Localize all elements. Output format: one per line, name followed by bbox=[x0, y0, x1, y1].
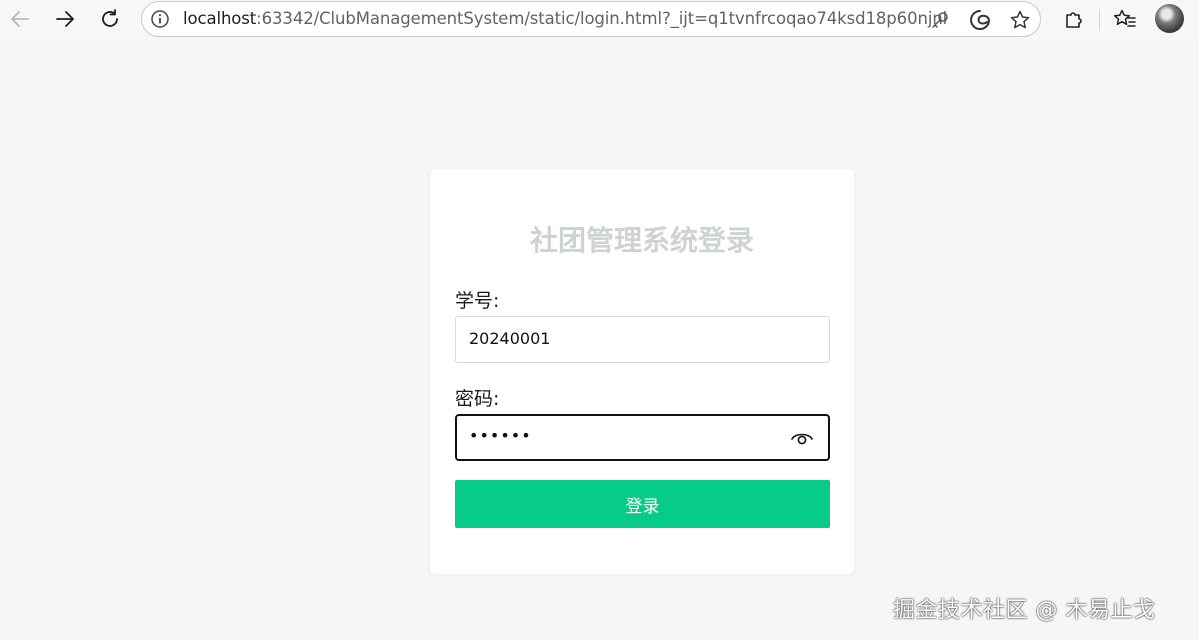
favorites-button[interactable] bbox=[1107, 2, 1143, 36]
back-icon bbox=[11, 11, 29, 27]
avatar[interactable] bbox=[1155, 4, 1184, 33]
forward-icon bbox=[56, 11, 74, 27]
url-text[interactable]: localhost:63342/ClubManagementSystem/sta… bbox=[183, 9, 947, 28]
forward-button[interactable] bbox=[47, 2, 83, 36]
toolbar-separator bbox=[1099, 11, 1100, 29]
student-id-value: 20240001 bbox=[469, 329, 551, 348]
back-button[interactable] bbox=[2, 2, 38, 36]
extensions-button[interactable] bbox=[1056, 2, 1092, 36]
edge-button[interactable] bbox=[968, 8, 992, 32]
student-id-label: 学号: bbox=[455, 290, 500, 312]
password-label: 密码: bbox=[455, 388, 500, 410]
password-input[interactable]: •••••• bbox=[455, 414, 830, 461]
eye-icon[interactable] bbox=[790, 428, 814, 448]
favorites-icon bbox=[1113, 9, 1136, 27]
password-value: •••••• bbox=[469, 426, 532, 445]
reload-button[interactable] bbox=[92, 2, 128, 36]
key-icon bbox=[932, 12, 948, 28]
password-key-button[interactable] bbox=[928, 8, 952, 32]
login-title: 社团管理系统登录 bbox=[529, 224, 754, 257]
url-path: :63342/ClubManagementSystem/static/login… bbox=[256, 9, 948, 28]
info-icon[interactable] bbox=[150, 9, 170, 29]
student-id-input[interactable]: 20240001 bbox=[455, 316, 830, 363]
reload-icon bbox=[102, 9, 118, 27]
url-host: localhost bbox=[183, 9, 257, 28]
login-card: 社团管理系统登录 学号: 20240001 密码: •••••• 登录 bbox=[430, 169, 854, 574]
extensions-icon bbox=[1066, 12, 1082, 28]
browser-toolbar: localhost:63342/ClubManagementSystem/sta… bbox=[0, 0, 1199, 42]
favorite-star-icon bbox=[1010, 10, 1030, 29]
login-button[interactable]: 登录 bbox=[455, 480, 830, 528]
address-bar[interactable]: localhost:63342/ClubManagementSystem/sta… bbox=[141, 1, 1041, 37]
page: 社团管理系统登录 学号: 20240001 密码: •••••• 登录 掘金技术… bbox=[0, 42, 1199, 640]
favorite-button[interactable] bbox=[1008, 8, 1032, 32]
edge-icon bbox=[970, 10, 991, 30]
watermark: 掘金技术社区 @ 木易止戈 bbox=[893, 598, 1156, 623]
